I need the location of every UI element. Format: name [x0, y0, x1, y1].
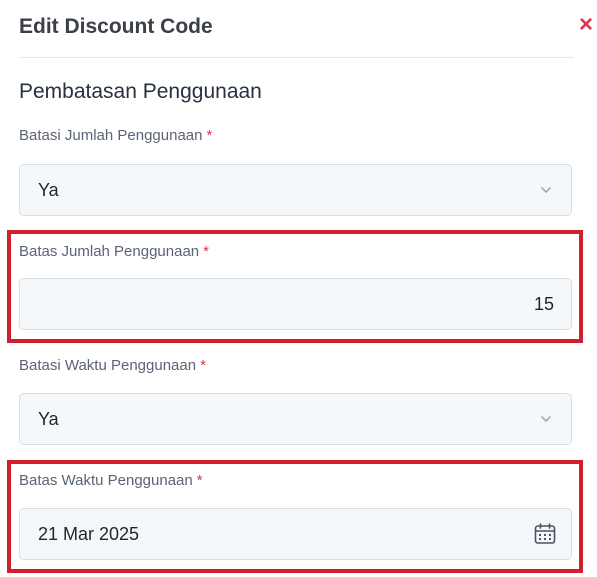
- limit-usage-time-label: Batasi Waktu Penggunaan *: [19, 357, 206, 375]
- usage-time-date-input[interactable]: 21 Mar 2025: [19, 508, 572, 560]
- close-icon[interactable]: ×: [577, 13, 595, 37]
- limit-usage-time-select[interactable]: Ya: [19, 393, 572, 445]
- usage-time-label: Batas Waktu Penggunaan *: [19, 472, 203, 490]
- limit-usage-count-label-text: Batasi Jumlah Penggunaan: [19, 127, 203, 144]
- edit-discount-modal: Edit Discount Code × Pembatasan Pengguna…: [0, 0, 597, 577]
- limit-usage-time-value: Ya: [38, 409, 59, 429]
- limit-usage-count-select[interactable]: Ya: [19, 164, 572, 216]
- required-mark: *: [203, 243, 209, 260]
- required-mark: *: [200, 357, 206, 374]
- limit-usage-time-label-text: Batasi Waktu Penggunaan: [19, 357, 197, 374]
- usage-time-value: 21 Mar 2025: [38, 524, 140, 544]
- header-divider: [19, 57, 574, 58]
- chevron-down-icon: [541, 187, 551, 193]
- usage-time-label-text: Batas Waktu Penggunaan: [19, 472, 193, 489]
- section-title: Pembatasan Penggunaan: [19, 80, 262, 103]
- required-mark: *: [206, 127, 213, 144]
- usage-count-input[interactable]: 15: [19, 278, 572, 330]
- chevron-down-icon: [541, 416, 551, 422]
- usage-count-value: 15: [533, 294, 554, 314]
- limit-usage-count-label: Batasi Jumlah Penggunaan *: [19, 127, 212, 145]
- required-mark: *: [196, 472, 203, 489]
- modal-title: Edit Discount Code: [19, 15, 213, 38]
- usage-count-label: Batas Jumlah Penggunaan *: [19, 243, 209, 261]
- calendar-icon[interactable]: [533, 522, 557, 546]
- limit-usage-count-value: Ya: [38, 180, 59, 200]
- usage-count-label-text: Batas Jumlah Penggunaan: [19, 243, 200, 260]
